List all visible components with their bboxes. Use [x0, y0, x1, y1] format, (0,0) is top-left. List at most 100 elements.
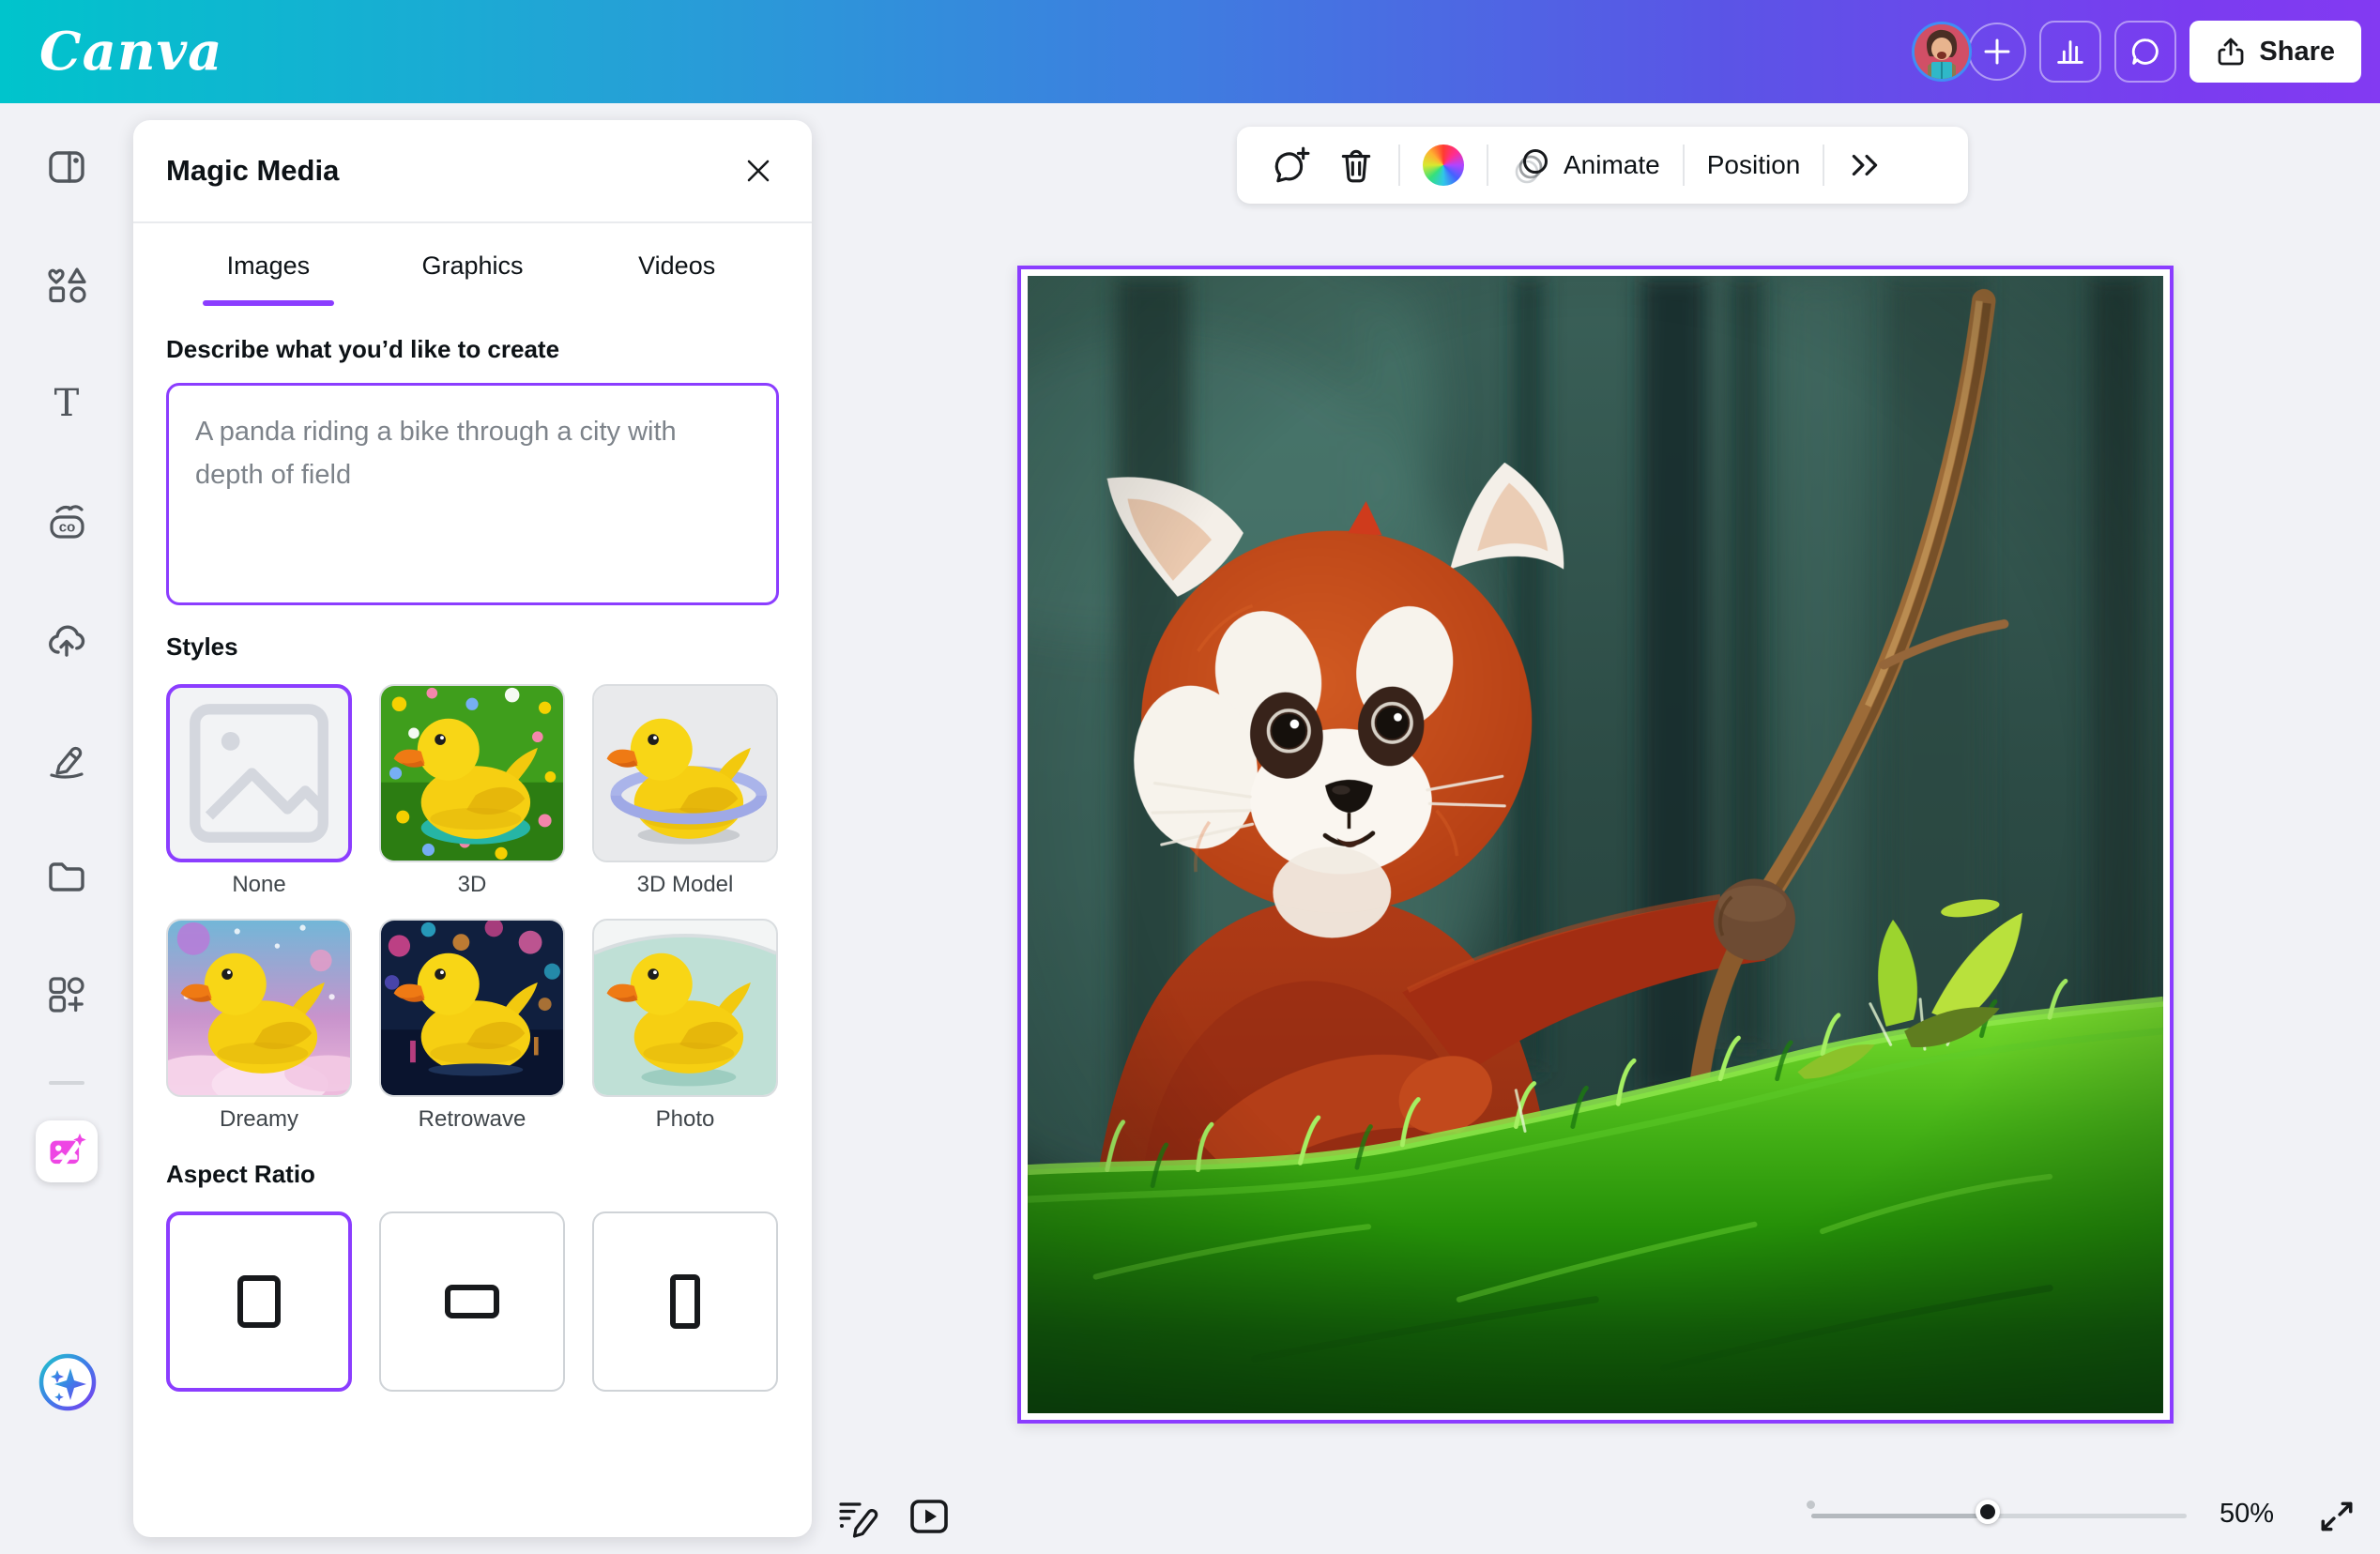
style-photo-thumb — [592, 919, 778, 1097]
position-button[interactable]: Position — [1694, 137, 1814, 193]
rail-divider — [49, 1081, 84, 1085]
more-toolbar-button[interactable] — [1834, 137, 1896, 193]
plus-icon — [1981, 36, 2013, 68]
comments-button[interactable] — [2114, 21, 2176, 83]
top-bar-actions: Share — [1912, 0, 2361, 103]
text-icon: T — [44, 381, 89, 426]
tab-graphics[interactable]: Graphics — [371, 223, 575, 308]
comment-add-icon — [1271, 145, 1310, 185]
trash-icon — [1336, 145, 1376, 185]
aspect-option-square[interactable] — [166, 1211, 352, 1392]
panel-title: Magic Media — [166, 154, 339, 188]
panel-header: Magic Media — [133, 120, 812, 223]
sidebar-item-magic-media[interactable] — [36, 1120, 98, 1182]
notes-button[interactable] — [831, 1490, 884, 1543]
selection-toolbar: Animate Position — [1237, 127, 1968, 204]
style-retrowave-thumb — [379, 919, 565, 1097]
sidebar-item-projects[interactable] — [29, 839, 104, 914]
panel-body: Describe what you’d like to create Style… — [133, 332, 812, 1392]
styles-row-1: None — [166, 684, 779, 898]
tab-images[interactable]: Images — [166, 223, 371, 308]
sidebar-item-apps[interactable] — [29, 957, 104, 1032]
style-3d-model-thumb — [592, 684, 778, 862]
avatar-photo — [1915, 24, 1969, 79]
canva-editor: Canva — [0, 0, 2380, 1554]
svg-text:co: co — [59, 520, 76, 536]
magic-media-icon — [47, 1132, 86, 1171]
draw-icon — [44, 736, 89, 781]
color-wheel-icon — [1423, 145, 1464, 186]
style-label: Retrowave — [379, 1106, 565, 1133]
canva-logo[interactable]: Canva — [39, 21, 222, 83]
add-member-button[interactable] — [1968, 23, 2026, 81]
uploads-icon — [44, 617, 89, 663]
canva-assistant-button[interactable] — [38, 1352, 98, 1412]
portrait-ratio-icon — [670, 1274, 700, 1329]
image-placeholder-icon — [170, 688, 348, 859]
aspect-ratio-row — [166, 1211, 779, 1392]
style-label: 3D — [379, 872, 565, 898]
style-label: 3D Model — [592, 872, 778, 898]
projects-folder-icon — [44, 854, 89, 899]
style-option-3d[interactable]: 3D — [379, 684, 565, 898]
style-option-retrowave[interactable]: Retrowave — [379, 919, 565, 1133]
prompt-input[interactable] — [166, 383, 779, 605]
animate-button[interactable]: Animate — [1498, 137, 1673, 193]
close-panel-button[interactable] — [738, 150, 779, 191]
svg-text:T: T — [54, 382, 80, 425]
insights-button[interactable] — [2039, 21, 2101, 83]
position-label: Position — [1707, 150, 1801, 180]
style-option-3d-model[interactable]: 3D Model — [592, 684, 778, 898]
close-icon — [744, 157, 772, 185]
add-comment-button[interactable] — [1258, 137, 1323, 193]
style-3d-thumb — [379, 684, 565, 862]
canvas-page-selected[interactable] — [1017, 266, 2174, 1424]
bar-chart-icon — [2052, 34, 2088, 69]
canva-assistant-icon — [38, 1352, 98, 1412]
avatar[interactable] — [1912, 22, 1972, 82]
square-ratio-icon — [237, 1275, 281, 1328]
style-option-none[interactable]: None — [166, 684, 352, 898]
elements-icon — [44, 263, 89, 308]
styles-heading: Styles — [166, 630, 779, 663]
style-option-photo[interactable]: Photo — [592, 919, 778, 1133]
tab-videos[interactable]: Videos — [574, 223, 779, 308]
sidebar-rail: T co — [0, 103, 133, 1554]
aspect-option-landscape[interactable] — [379, 1211, 565, 1392]
share-upload-icon — [2216, 37, 2246, 67]
top-bar: Canva — [0, 0, 2380, 103]
style-label: Photo — [592, 1106, 778, 1133]
present-button[interactable] — [903, 1490, 955, 1543]
sidebar-item-brand[interactable]: co — [29, 484, 104, 559]
share-button[interactable]: Share — [2189, 21, 2361, 83]
speech-bubble-icon — [2128, 34, 2163, 69]
sidebar-item-uploads[interactable] — [29, 602, 104, 678]
style-option-dreamy[interactable]: Dreamy — [166, 919, 352, 1133]
styles-row-2: Dreamy — [166, 919, 779, 1133]
color-picker-button[interactable] — [1410, 137, 1477, 193]
presentation-play-icon — [908, 1495, 951, 1538]
panel-tabs: Images Graphics Videos — [133, 223, 812, 308]
toolbar-divider — [1823, 145, 1824, 186]
sidebar-item-design[interactable] — [29, 130, 104, 205]
notes-icon — [836, 1495, 879, 1538]
sidebar-item-draw[interactable] — [29, 721, 104, 796]
describe-label: Describe what you’d like to create — [166, 332, 779, 366]
aspect-option-portrait[interactable] — [592, 1211, 778, 1392]
zoom-slider-knob[interactable] — [1976, 1500, 2000, 1524]
aspect-ratio-heading: Aspect Ratio — [166, 1157, 779, 1191]
brand-icon: co — [44, 499, 89, 544]
sidebar-item-elements[interactable] — [29, 248, 104, 323]
animate-label: Animate — [1564, 150, 1660, 180]
share-label: Share — [2259, 37, 2335, 68]
expand-icon — [2317, 1497, 2357, 1536]
toolbar-divider — [1487, 145, 1488, 186]
zoom-level[interactable]: 50% — [2200, 1499, 2294, 1530]
fullscreen-button[interactable] — [2314, 1494, 2359, 1539]
style-label: Dreamy — [166, 1106, 352, 1133]
delete-button[interactable] — [1323, 137, 1389, 193]
sidebar-item-text[interactable]: T — [29, 366, 104, 441]
double-chevron-right-icon — [1847, 147, 1883, 183]
style-label: None — [166, 872, 352, 898]
toolbar-divider — [1683, 145, 1685, 186]
